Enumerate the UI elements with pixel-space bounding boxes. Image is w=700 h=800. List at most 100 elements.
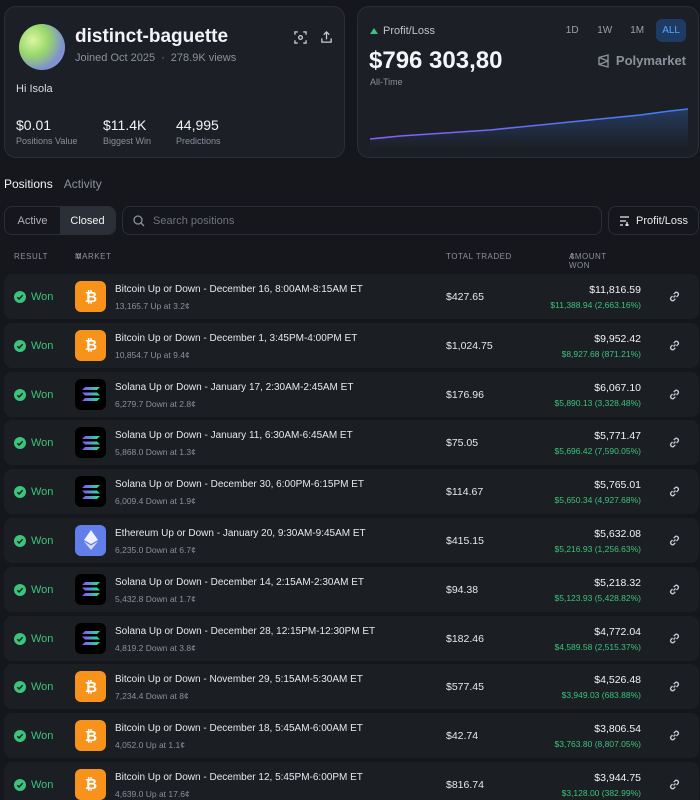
market-position: 7,234.4 Down at 8¢	[115, 691, 189, 702]
tab-activity[interactable]: Activity	[64, 177, 102, 191]
market-title[interactable]: Solana Up or Down - December 28, 12:15PM…	[115, 626, 375, 637]
link-icon[interactable]	[668, 339, 681, 352]
position-status-toggle: Active Closed	[4, 206, 116, 235]
svg-text:₿: ₿	[84, 727, 96, 745]
filter-active[interactable]: Active	[5, 207, 60, 234]
bitcoin-icon: ₿	[75, 720, 106, 752]
result-label: Won	[31, 339, 54, 352]
avatar[interactable]	[19, 24, 65, 70]
market-title[interactable]: Bitcoin Up or Down - December 1, 3:45PM-…	[115, 333, 357, 344]
bitcoin-icon: ₿	[75, 281, 106, 312]
market-title[interactable]: Bitcoin Up or Down - December 16, 8:00AM…	[115, 284, 363, 295]
link-icon[interactable]	[668, 436, 681, 449]
market-title[interactable]: Solana Up or Down - December 30, 6:00PM-…	[115, 479, 364, 490]
result-label: Won	[31, 437, 54, 450]
stat-value: $0.01	[16, 117, 52, 133]
link-icon[interactable]	[668, 729, 681, 742]
share-icon[interactable]	[317, 28, 335, 46]
result-label: Won	[31, 534, 54, 547]
amount-won: $6,067.10	[594, 381, 641, 394]
profit-gain: $3,128.00 (382.99%)	[561, 787, 641, 798]
table-row[interactable]: Won Ethereum Up or Down - January 20, 9:3…	[4, 517, 699, 563]
market-title[interactable]: Bitcoin Up or Down - December 18, 5:45AM…	[115, 723, 363, 734]
table-row[interactable]: Won ₿ Bitcoin Up or Down - December 1, 3:4…	[4, 322, 699, 368]
amount-won: $5,771.47	[594, 430, 641, 443]
market-title[interactable]: Ethereum Up or Down - January 20, 9:30AM…	[115, 528, 366, 539]
link-icon[interactable]	[668, 290, 681, 303]
scan-icon[interactable]	[291, 28, 309, 46]
market-title[interactable]: Solana Up or Down - January 17, 2:30AM-2…	[115, 382, 353, 393]
table-row[interactable]: Won Solana Up or Down - January 17, 2:30A…	[4, 371, 699, 417]
sort-label: Profit/Loss	[636, 214, 688, 227]
sort-chevron-icon: ⇕	[75, 252, 83, 261]
tab-positions[interactable]: Positions	[4, 177, 53, 191]
table-row[interactable]: Won ₿ Bitcoin Up or Down - December 16, 8:…	[4, 274, 699, 319]
table-row[interactable]: Won Solana Up or Down - December 28, 12:1…	[4, 615, 699, 661]
table-row[interactable]: Won Solana Up or Down - January 11, 6:30A…	[4, 420, 699, 466]
polymarket-icon	[598, 53, 609, 68]
link-icon[interactable]	[668, 680, 681, 693]
profit-gain: $3,763.80 (8,807.05%)	[554, 739, 641, 750]
range-1w[interactable]: 1W	[591, 19, 618, 42]
table-row[interactable]: Won ₿ Bitcoin Up or Down - December 18, 5:…	[4, 713, 699, 759]
stat-value: $11.4K	[103, 117, 147, 133]
profile-meta: Joined Oct 2025 · 278.9K views	[75, 52, 236, 64]
stat-label: Predictions	[176, 136, 221, 146]
range-all[interactable]: ALL	[656, 19, 686, 42]
link-icon[interactable]	[668, 534, 681, 547]
table-row[interactable]: Won Solana Up or Down - December 30, 6:00…	[4, 469, 699, 515]
link-icon[interactable]	[668, 388, 681, 401]
sort-chevron-icon: ⇕	[569, 252, 577, 261]
solana-icon	[75, 622, 106, 654]
result-badge: Won	[14, 778, 53, 791]
total-traded: $1,024.75	[446, 339, 493, 352]
range-1d[interactable]: 1D	[559, 19, 585, 42]
profit-loss-card: Profit/Loss $796 303,80 All-Time 1D 1W 1…	[357, 6, 699, 158]
profit-gain: $5,216.93 (1,256.63%)	[554, 543, 641, 554]
svg-text:₿: ₿	[84, 288, 96, 306]
ethereum-icon	[75, 524, 106, 556]
svg-text:₿: ₿	[84, 678, 96, 696]
check-circle-icon	[14, 583, 26, 596]
brand-name: Polymarket	[615, 53, 686, 68]
market-title[interactable]: Solana Up or Down - December 14, 2:15AM-…	[115, 577, 364, 588]
range-selector: 1D 1W 1M ALL	[559, 19, 686, 42]
result-badge: Won	[14, 437, 54, 450]
positions-table: Won ₿ Bitcoin Up or Down - December 16, 8:…	[4, 274, 699, 800]
table-row[interactable]: Won Solana Up or Down - December 14, 2:15…	[4, 566, 699, 612]
link-icon[interactable]	[668, 632, 681, 645]
market-title[interactable]: Bitcoin Up or Down - November 29, 5:15AM…	[115, 674, 363, 685]
search-input[interactable]	[153, 214, 573, 227]
market-title[interactable]: Solana Up or Down - January 11, 6:30AM-6…	[115, 430, 353, 441]
bitcoin-icon: ₿	[75, 768, 106, 800]
solana-icon	[75, 427, 106, 459]
amount-won: $3,806.54	[594, 723, 641, 736]
svg-text:₿: ₿	[84, 775, 96, 793]
bitcoin-icon: ₿	[75, 329, 106, 361]
link-icon[interactable]	[668, 778, 681, 791]
header-result: RESULT	[14, 252, 48, 261]
market-title[interactable]: Bitcoin Up or Down - December 12, 5:45PM…	[115, 772, 363, 783]
stat-predictions: 44,995 Predictions	[176, 117, 221, 146]
check-circle-icon	[14, 291, 26, 303]
profit-gain: $5,123.93 (5,428.82%)	[554, 592, 641, 603]
table-row[interactable]: Won ₿ Bitcoin Up or Down - December 12, 5:…	[4, 761, 699, 800]
filter-closed[interactable]: Closed	[60, 207, 115, 234]
total-traded: $816.74	[446, 778, 484, 791]
table-row[interactable]: Won ₿ Bitcoin Up or Down - November 29, 5:…	[4, 664, 699, 710]
solana-icon	[75, 573, 106, 605]
range-1m[interactable]: 1M	[624, 19, 650, 42]
up-triangle-icon	[370, 28, 378, 34]
search-icon	[133, 214, 145, 226]
amount-won: $4,526.48	[594, 674, 641, 687]
username: distinct-baguette	[75, 26, 229, 47]
market-position: 6,279.7 Down at 2.8¢	[115, 398, 196, 409]
total-traded: $75.05	[446, 437, 479, 450]
link-icon[interactable]	[668, 583, 681, 596]
pnl-period: All-Time	[370, 77, 403, 87]
result-badge: Won	[14, 730, 53, 743]
sort-button[interactable]: Profit/Loss	[608, 206, 699, 235]
link-icon[interactable]	[668, 485, 681, 498]
result-badge: Won	[14, 388, 53, 401]
check-circle-icon	[14, 632, 26, 645]
